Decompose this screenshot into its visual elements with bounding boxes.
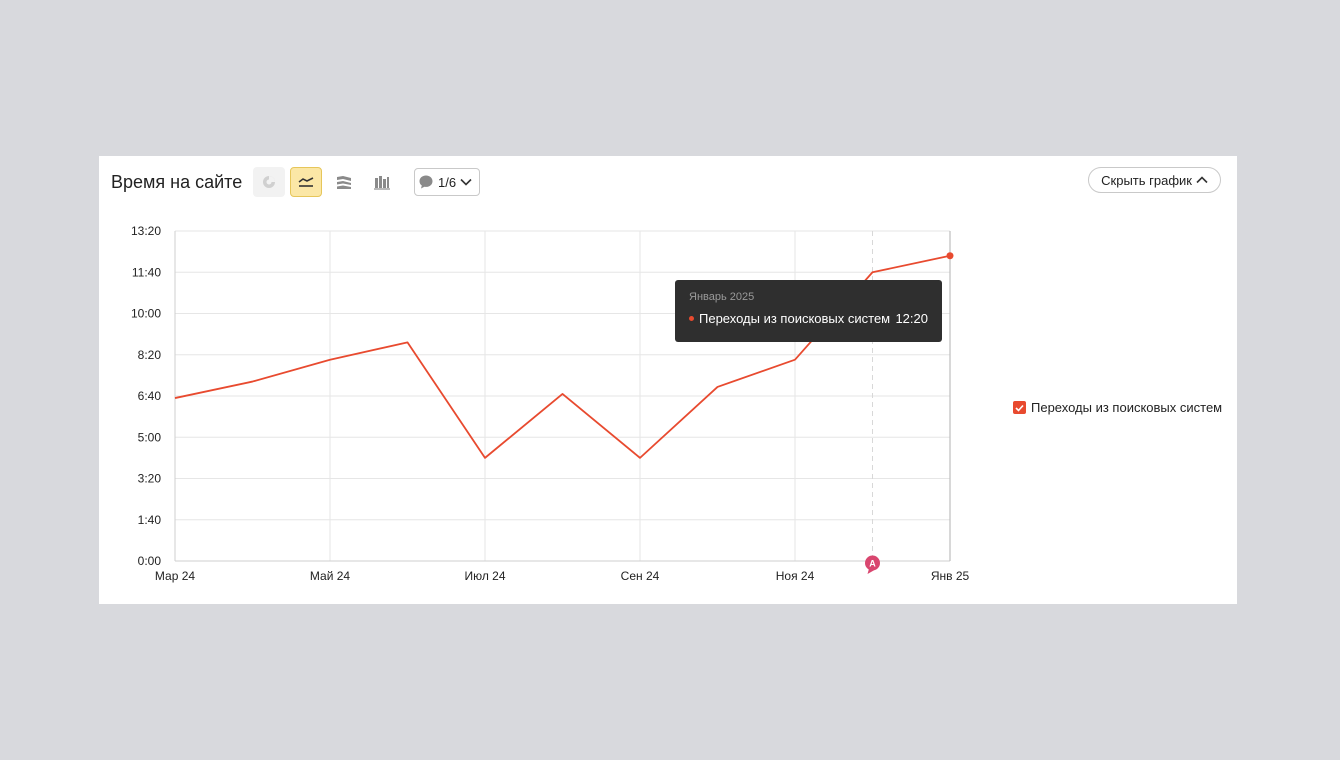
highlight-point [946, 252, 954, 260]
chart-tooltip: Январь 2025 Переходы из поисковых систем… [675, 280, 942, 342]
y-tick-label: 3:20 [138, 472, 162, 486]
tooltip-series-dot [689, 316, 694, 321]
y-tick-label: 11:40 [132, 265, 161, 279]
tooltip-row: Переходы из поисковых систем 12:20 [689, 311, 928, 326]
tooltip-series-name: Переходы из поисковых систем [699, 311, 891, 326]
legend-item[interactable]: Переходы из поисковых систем [1013, 400, 1222, 415]
y-tick-label: 5:00 [138, 430, 162, 444]
y-tick-label: 1:40 [138, 513, 162, 527]
annotation-marker-label: A [869, 559, 876, 569]
x-tick-label: Июл 24 [464, 569, 505, 583]
tooltip-value: 12:20 [895, 311, 928, 326]
x-tick-label: Май 24 [310, 569, 351, 583]
x-tick-label: Ноя 24 [776, 569, 815, 583]
chart-card: Время на сайте 1/6 Скрыть график 0:00 1:… [99, 156, 1237, 604]
y-tick-label: 6:40 [138, 389, 162, 403]
y-tick-label: 0:00 [138, 554, 162, 568]
y-tick-label: 10:00 [131, 307, 161, 321]
legend-label: Переходы из поисковых систем [1031, 400, 1223, 415]
line-chart: 0:00 1:40 3:20 5:00 6:40 8:20 10:00 11:40 13:20 М… [131, 224, 970, 583]
legend-checkbox[interactable] [1013, 401, 1026, 414]
x-tick-label: Сен 24 [621, 569, 660, 583]
x-tick-label: Мар 24 [155, 569, 195, 583]
y-tick-label: 13:20 [131, 224, 161, 238]
checkmark-icon [1015, 404, 1024, 412]
tooltip-date: Январь 2025 [689, 291, 755, 303]
x-tick-label: Янв 25 [931, 569, 970, 583]
y-tick-label: 8:20 [138, 348, 162, 362]
